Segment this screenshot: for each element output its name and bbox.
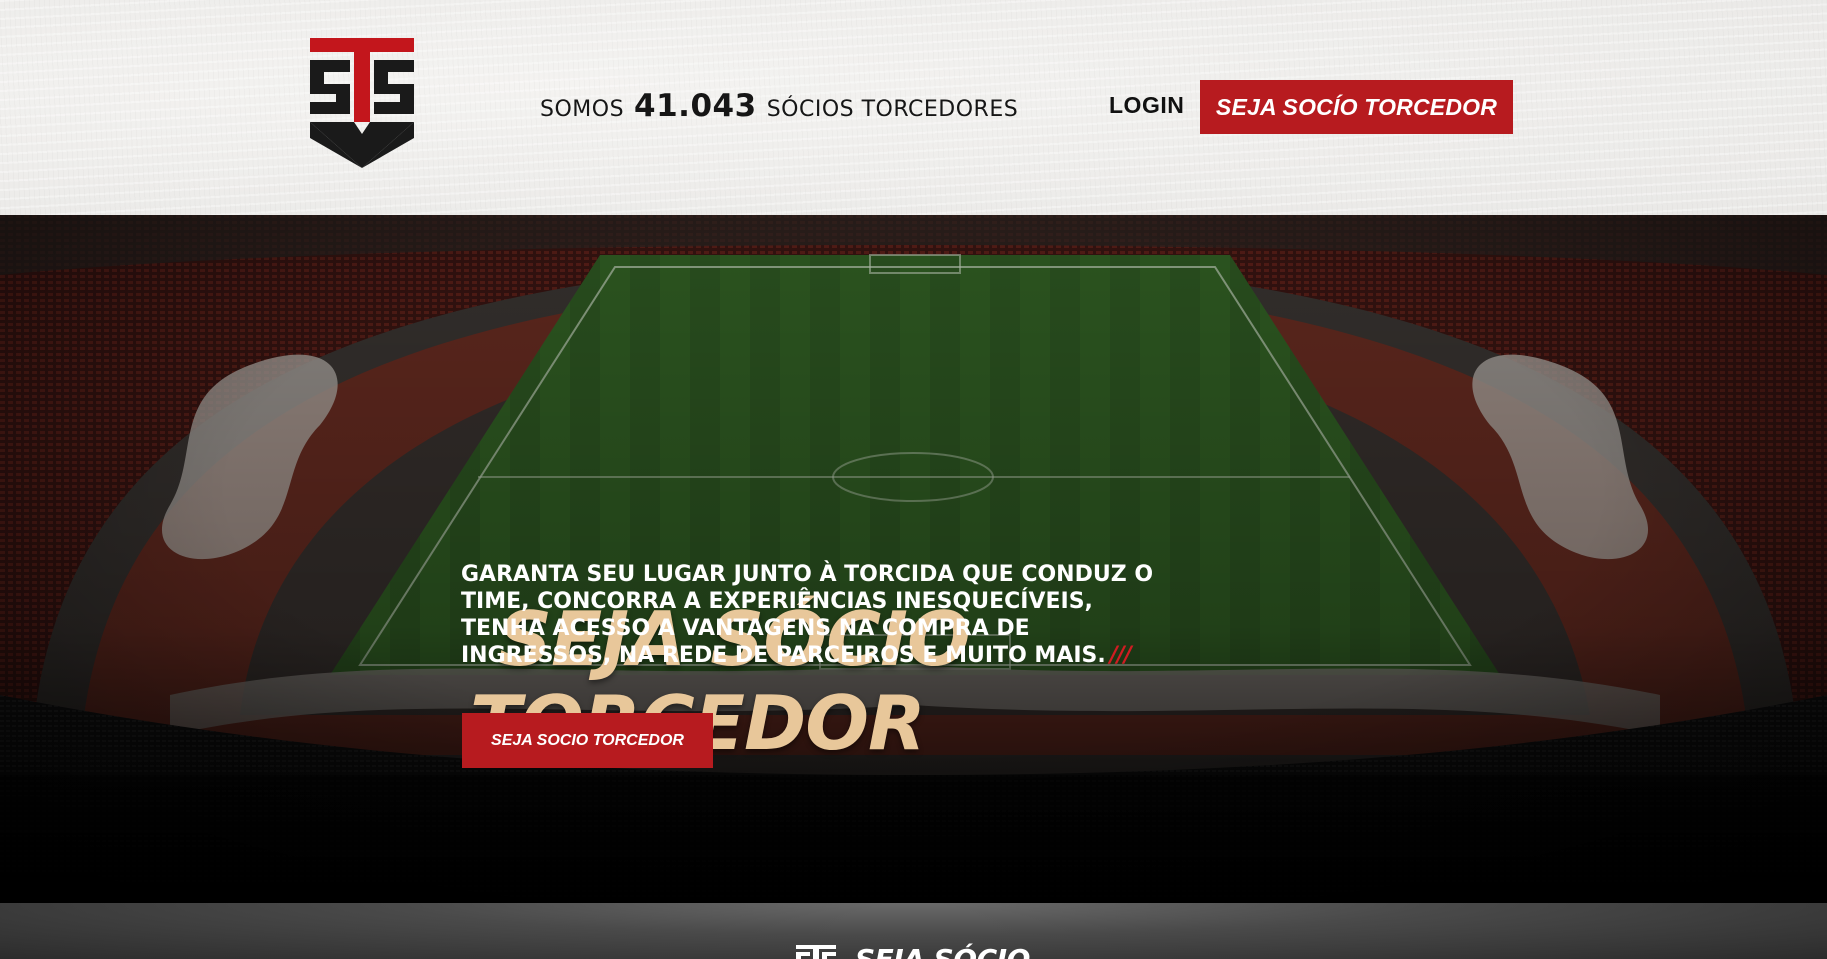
members-suffix: SÓCIOS TORCEDORES [766, 97, 1019, 122]
next-section-title: SEJA SÓCIO [855, 943, 1030, 959]
stadium-background-image [0, 215, 1827, 903]
members-count: 41.043 [634, 88, 757, 124]
hero-join-button[interactable]: SEJA SOCIO TORCEDOR [462, 713, 713, 768]
members-counter: SOMOS 41.043 SÓCIOS TORCEDORES [540, 88, 1018, 132]
next-section: SEJA SÓCIO [0, 903, 1827, 959]
members-prefix: SOMOS [540, 97, 625, 122]
site-header: SOMOS 41.043 SÓCIOS TORCEDORES LOGIN SEJ… [0, 0, 1827, 215]
hero-description-text: GARANTA SEU LUGAR JUNTO À TORCIDA QUE CO… [461, 562, 1154, 668]
hero-section: SEJA SÓCIO TORCEDOR [0, 215, 1827, 903]
club-shield-logo-icon[interactable] [310, 38, 414, 168]
header-join-button[interactable]: SEJA SOCÍO TORCEDOR [1200, 80, 1513, 134]
hero-description: GARANTA SEU LUGAR JUNTO À TORCIDA QUE CO… [461, 561, 1161, 669]
slashes-decoration: /// [1109, 643, 1132, 668]
club-shield-small-icon [796, 945, 836, 959]
login-link[interactable]: LOGIN [1109, 92, 1184, 124]
